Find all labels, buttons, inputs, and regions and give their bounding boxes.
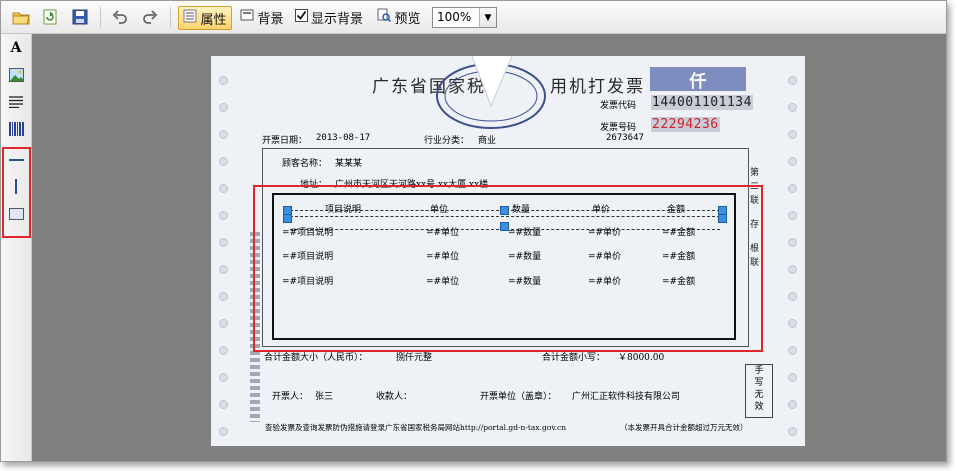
background-label: 背景	[257, 11, 284, 27]
issuer-value: 广州汇正软件科技有限公司	[572, 392, 681, 402]
invoice-number-value: 22294236	[651, 117, 720, 132]
image-tool-icon[interactable]	[6, 65, 26, 85]
properties-button[interactable]: 属性	[178, 6, 232, 30]
refresh-icon[interactable]	[39, 6, 61, 28]
total-upper-label: 合计金额大小（人民币）：	[264, 353, 368, 363]
background-icon	[240, 8, 254, 26]
payee-label: 开票人：	[272, 392, 309, 402]
preview-label: 预览	[394, 11, 421, 27]
date-label: 开票日期：	[262, 136, 308, 146]
footer-verification-note: 查验发票及查询发票防伪措施请登录广东省国家税务局网站http://portal.…	[265, 423, 567, 432]
payee-value: 张三	[315, 392, 334, 402]
invoice-number-label: 发票号码	[600, 123, 637, 133]
save-icon[interactable]	[69, 6, 91, 28]
invoice-title-right: 用机打发票	[550, 77, 645, 97]
total-upper-value: 捌仟元整	[396, 353, 433, 363]
serial-number: 2673647	[606, 133, 644, 143]
properties-label: 属性	[200, 12, 227, 28]
redo-icon[interactable]	[139, 6, 161, 28]
toolbar: 属性 背景 显示背景 预览 100% ▼	[1, 1, 946, 34]
tool-palette: A	[1, 34, 32, 461]
checkbox-checked-icon	[294, 8, 308, 26]
industry-label: 行业分类：	[424, 136, 470, 146]
total-lower-label: 合计金额小写：	[542, 353, 606, 363]
total-lower-value: ￥8000.00	[618, 353, 665, 363]
handwritten-invalid-note: 手写无效	[745, 364, 773, 418]
industry-value: 商业	[478, 136, 497, 146]
tool-highlight-frame	[2, 147, 31, 238]
issuer-label: 开票单位（盖章）：	[480, 392, 557, 402]
receiver-label: 收款人：	[376, 392, 413, 402]
preview-icon	[377, 8, 392, 26]
footer-limit-note: （本发票开具合计金额超过万元无效）	[620, 423, 748, 432]
preview-button[interactable]: 预览	[374, 6, 424, 28]
zoom-value: 100%	[437, 10, 472, 24]
paragraph-tool-icon[interactable]	[6, 92, 26, 112]
selection-highlight-frame	[253, 185, 763, 352]
properties-icon	[183, 9, 197, 27]
denomination-badge: 仟	[650, 67, 746, 92]
undo-icon[interactable]	[109, 6, 131, 28]
text-tool-icon[interactable]: A	[6, 38, 26, 58]
barcode-tool-icon[interactable]	[6, 119, 26, 139]
show-background-label: 显示背景	[310, 11, 363, 27]
zoom-select[interactable]: 100% ▼	[432, 7, 497, 28]
show-background-toggle[interactable]: 显示背景	[294, 6, 364, 28]
customer-label: 顾客名称：	[282, 159, 328, 169]
customer-value: 某某某	[335, 159, 363, 169]
tax-seal-icon	[432, 55, 550, 130]
invoice-code-label: 发票代码	[600, 101, 637, 111]
invoice-code-value: 144001101134	[651, 95, 753, 110]
background-button[interactable]: 背景	[239, 6, 285, 28]
date-value: 2013-08-17	[316, 133, 371, 143]
open-folder-icon[interactable]	[10, 6, 32, 28]
chevron-down-icon[interactable]: ▼	[479, 8, 496, 27]
